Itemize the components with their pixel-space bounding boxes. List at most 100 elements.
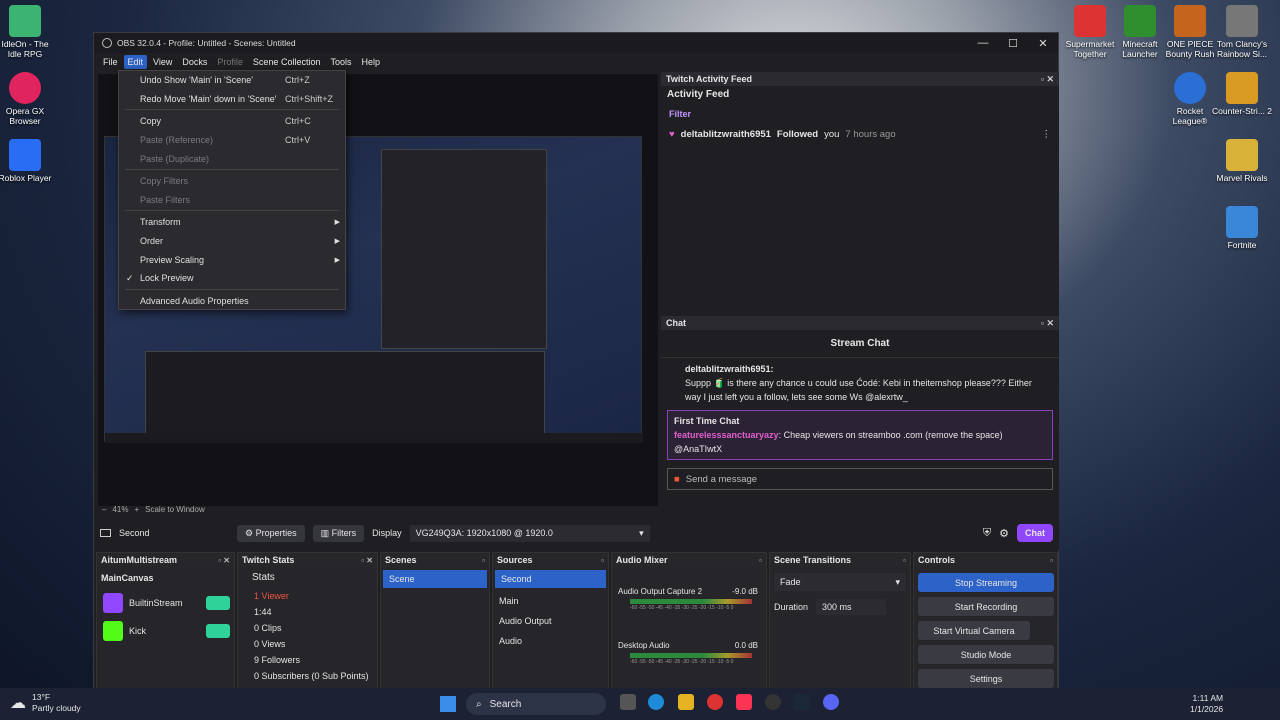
obs-logo-icon (102, 38, 112, 48)
menu-tools[interactable]: Tools (326, 55, 355, 69)
menu-paste-duplicate[interactable]: Paste (Duplicate) (119, 149, 345, 168)
stop-streaming-button[interactable]: Stop Streaming (918, 573, 1054, 592)
scenes-panel: Scenes ▫ Scene (380, 552, 490, 690)
desktop-icon-opera[interactable]: Opera GX Browser (0, 72, 56, 126)
desktop-icon-idleon[interactable]: IdleOn - The Idle RPG (0, 5, 56, 59)
roblox-icon (9, 139, 41, 171)
obs-taskbar-icon[interactable] (765, 694, 781, 710)
edge-icon[interactable] (648, 694, 664, 710)
activity-filter[interactable]: Filter (661, 103, 1059, 125)
menu-scene-collection[interactable]: Scene Collection (249, 55, 325, 69)
menu-preview-scaling[interactable]: Preview Scaling ▶ (119, 250, 345, 269)
display-select[interactable]: VG249Q3A: 1920x1080 @ 1920.0 ▾ (409, 524, 650, 542)
sources-panel: Sources ▫ Second Main Audio Output Audio (492, 552, 609, 690)
scene-transitions-panel: Scene Transitions ▫ Fade ▾ Duration 300 ms (769, 552, 911, 690)
onepiece-icon (1174, 5, 1206, 37)
menu-edit[interactable]: Edit (123, 55, 148, 69)
duration-input[interactable]: 300 ms (816, 599, 887, 615)
taskbar: ☁ 13°F Partly cloudy ⌕ Search 1:11 AM 1/1/2… (0, 688, 1280, 720)
scale-mode[interactable]: Scale to Window (145, 505, 205, 514)
stream-toggle[interactable] (206, 624, 230, 638)
menu-profile[interactable]: Profile (213, 55, 247, 69)
desktop-icon-counter-strike[interactable]: Counter-Stri... 2 (1211, 72, 1273, 116)
menu-file[interactable]: File (99, 55, 122, 69)
desktop-icon-roblox[interactable]: Roblox Player (0, 139, 56, 183)
display-label: Display (372, 528, 402, 538)
settings-button[interactable]: Settings (918, 669, 1054, 688)
scene-item[interactable]: Scene (383, 570, 487, 588)
menu-redo[interactable]: Redo Move 'Main' down in 'Scene' Ctrl+Shi… (119, 90, 345, 109)
menu-undo[interactable]: Undo Show 'Main' in 'Scene' Ctrl+Z (119, 71, 345, 90)
source-item[interactable]: Audio Output (493, 611, 608, 631)
source-item[interactable]: Second (495, 570, 606, 588)
chat-actions: ⛨ ⚙ Chat (983, 524, 1053, 542)
menu-lock-preview[interactable]: ✓ Lock Preview (119, 269, 345, 288)
chrome-icon[interactable] (707, 694, 723, 710)
source-item[interactable]: Main (493, 591, 608, 611)
weather-widget[interactable]: ☁ 13°F Partly cloudy (10, 692, 81, 714)
menu-paste-reference[interactable]: Paste (Reference) Ctrl+V (119, 131, 345, 150)
desktop-icon-rainbow[interactable]: Tom Clancy's Rainbow Si... (1211, 5, 1273, 59)
monitor-icon (100, 529, 111, 537)
chat-send-button[interactable]: Chat (1017, 524, 1053, 542)
menu-view[interactable]: View (149, 55, 176, 69)
menu-help[interactable]: Help (357, 55, 384, 69)
file-explorer-icon[interactable] (678, 694, 694, 710)
supermarket-icon (1074, 5, 1106, 37)
menu-copy[interactable]: Copy Ctrl+C (119, 112, 345, 131)
volume-meter (630, 653, 752, 658)
menu-order[interactable]: Order ▶ (119, 232, 345, 251)
chevron-down-icon: ▾ (639, 527, 644, 538)
maximize-button[interactable]: ☐ (998, 37, 1028, 50)
close-button[interactable]: ✕ (1028, 37, 1058, 50)
opera-gx-icon (9, 72, 41, 104)
minimize-button[interactable]: — (968, 37, 998, 50)
zoom-in-button[interactable]: + (134, 505, 139, 514)
zoom-out-button[interactable]: – (102, 505, 106, 514)
activity-title: Activity Feed (667, 89, 730, 100)
steam-icon[interactable] (794, 694, 810, 710)
source-toolbar: Second ⚙ Properties ▥ Filters Display VG… (94, 522, 654, 544)
dock-controls[interactable]: ▫ ✕ (1041, 74, 1054, 85)
shield-icon[interactable]: ⛨ (983, 527, 991, 540)
search-box[interactable]: ⌕ Search (466, 693, 606, 715)
mixer-channel-2: Desktop Audio 0.0 dB (618, 641, 758, 650)
stream-toggle[interactable] (206, 596, 230, 610)
properties-button[interactable]: ⚙ Properties (237, 524, 305, 542)
start-recording-button[interactable]: Start Recording (918, 597, 1054, 616)
source-item[interactable]: Audio (493, 631, 608, 651)
discord-icon[interactable] (823, 694, 839, 710)
menu-docks[interactable]: Docks (178, 55, 211, 69)
stats-list: 1 Viewer 1:44 0 Clips 0 Views 9 Follower… (254, 591, 369, 681)
music-icon[interactable] (736, 694, 752, 710)
preview-nested-taskbar (105, 433, 643, 443)
submenu-arrow-icon: ▶ (334, 256, 340, 264)
desktop-icon-fortnite[interactable]: Fortnite (1211, 206, 1273, 250)
clock[interactable]: 1:11 AM 1/1/2026 (1190, 693, 1223, 715)
filters-button[interactable]: ▥ Filters (312, 524, 365, 542)
window-title: OBS 32.0.4 - Profile: Untitled - Scenes:… (117, 38, 296, 48)
activity-dock-header: Twitch Activity Feed ▫ ✕ (661, 72, 1059, 86)
chat-dock: Chat ▫ ✕ Stream Chat deltablitzwraith6951… (661, 316, 1059, 550)
studio-mode-button[interactable]: Studio Mode (918, 645, 1054, 664)
task-view-icon[interactable] (620, 694, 636, 710)
menu-copy-filters[interactable]: Copy Filters (119, 172, 345, 191)
selected-source: Second (119, 528, 150, 538)
first-time-chat: First Time Chat featurelesssanctuaryazy:… (667, 410, 1053, 460)
volume-meter (630, 599, 752, 604)
transition-select[interactable]: Fade ▾ (774, 573, 906, 591)
chat-input[interactable]: ■ Send a message (667, 468, 1053, 490)
activity-item: ♥ deltablitzwraith6951 Followed you 7 ho… (669, 129, 1052, 140)
desktop-icon-marvel[interactable]: Marvel Rivals (1211, 139, 1273, 183)
more-icon[interactable]: ⋮ (1042, 129, 1052, 140)
start-virtual-camera-button[interactable]: Start Virtual Camera (918, 621, 1030, 640)
menu-paste-filters[interactable]: Paste Filters (119, 191, 345, 210)
submenu-arrow-icon: ▶ (334, 219, 340, 227)
start-icon[interactable] (440, 696, 456, 712)
heart-icon: ♥ (669, 129, 675, 140)
menu-advanced-audio[interactable]: Advanced Audio Properties (119, 292, 345, 311)
gear-icon[interactable]: ⚙ (999, 527, 1009, 540)
rocket-league-icon (1174, 72, 1206, 104)
dock-controls[interactable]: ▫ ✕ (1041, 318, 1054, 329)
menu-transform[interactable]: Transform ▶ (119, 213, 345, 232)
